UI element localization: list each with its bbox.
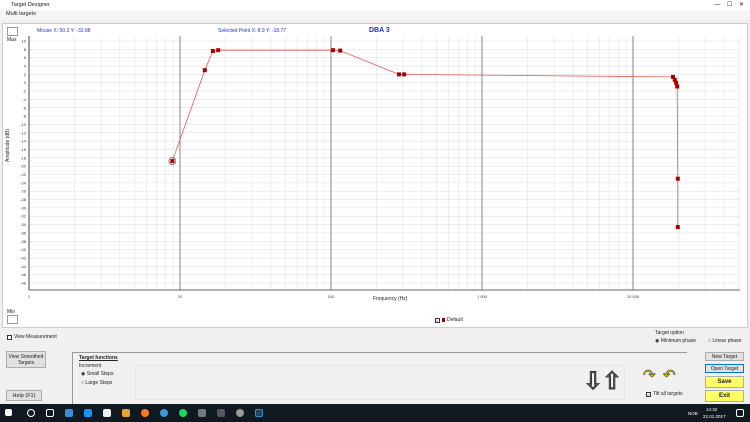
y-tick-label: -38 — [20, 239, 27, 244]
view-smoothed-targets-button[interactable]: View Smoothed Targets — [6, 351, 46, 368]
data-point — [210, 49, 215, 54]
legend-label: Default — [447, 317, 463, 323]
notifications-icon[interactable] — [736, 409, 744, 417]
y-tick-label: -30 — [20, 205, 27, 210]
y-tick-label: -20 — [20, 164, 27, 169]
y-tick-label: -14 — [20, 139, 27, 144]
x-tick-label: 100 — [328, 294, 335, 299]
y-tick-label: -32 — [20, 214, 27, 219]
y-tick-label: -8 — [22, 114, 26, 119]
clock-time[interactable]: 14:32 — [706, 407, 717, 412]
y-tick-label: 2 — [24, 72, 27, 77]
target-option-label: Target option — [655, 330, 684, 336]
app-icon[interactable] — [198, 409, 206, 417]
minimum-phase-radio[interactable]: ◉ Minimum phase — [655, 338, 696, 344]
start-icon[interactable] — [5, 409, 12, 416]
y-tick-label: -10 — [20, 122, 27, 127]
y-tick-label: -44 — [20, 264, 27, 269]
legend-checkbox[interactable]: ✓ — [435, 317, 440, 323]
data-point — [675, 84, 680, 89]
data-point — [338, 48, 343, 53]
y-tick-label: -22 — [20, 172, 27, 177]
edge-icon[interactable] — [84, 409, 92, 417]
save-button[interactable]: Save — [705, 376, 744, 388]
tilt-up-button[interactable]: ↶ — [663, 366, 676, 385]
store-icon[interactable] — [103, 409, 111, 417]
y-tick-label: -26 — [20, 189, 27, 194]
y-tick-label: -34 — [20, 222, 27, 227]
y-tick-label: -18 — [20, 155, 27, 160]
data-point — [396, 72, 401, 77]
x-tick-label: 10 — [178, 294, 183, 299]
target-designer-icon[interactable] — [255, 409, 263, 417]
data-point — [674, 80, 679, 85]
open-target-button[interactable]: Open Target — [705, 364, 744, 373]
app-icon[interactable] — [236, 409, 244, 417]
x-tick-label: 1 — [28, 294, 31, 299]
data-point — [202, 68, 207, 73]
y-tick-label: -16 — [20, 147, 27, 152]
data-point — [675, 225, 680, 230]
app-icon[interactable] — [122, 409, 130, 417]
x-axis-label: Frequency (Hz) — [373, 296, 408, 302]
shift-down-button[interactable]: ⇩ — [582, 367, 603, 396]
view-measurement-checkbox[interactable]: View Measurement — [7, 334, 57, 340]
linear-phase-radio[interactable]: ○ Linear phase — [708, 338, 741, 344]
x-tick-label: 10 000 — [627, 294, 640, 299]
y-tick-label: -48 — [20, 281, 27, 286]
small-steps-radio[interactable]: ◉ Small Steps — [81, 371, 113, 377]
y-tick-label: 8 — [24, 47, 27, 52]
search-icon[interactable] — [27, 409, 35, 417]
legend: ✓ Default — [435, 317, 463, 323]
y-tick-label: -46 — [20, 272, 27, 277]
data-point — [216, 48, 221, 53]
legend-marker — [442, 318, 445, 322]
language-indicator[interactable]: NOB — [688, 411, 698, 416]
y-tick-label: 6 — [24, 55, 27, 60]
frequency-chart[interactable]: 10 8 6 4 2 0 -2 -4 -6 -8 -10 -12 -14 -16 -18 -20 -22 -24 -… — [0, 0, 750, 330]
increment-label: Increment — [79, 363, 102, 369]
data-point — [170, 159, 175, 164]
firefox-icon[interactable] — [141, 409, 149, 417]
y-tick-label: -4 — [22, 97, 26, 102]
tilt-all-targets-checkbox[interactable]: ✓ Tilt all targets — [646, 391, 683, 397]
target-functions-title: Target functions — [79, 355, 118, 361]
series-line — [171, 49, 679, 228]
y-tick-label: -28 — [20, 197, 27, 202]
shift-up-button[interactable]: ⇧ — [601, 367, 622, 396]
y-tick-label: -42 — [20, 255, 27, 260]
large-steps-radio[interactable]: ○ Large Steps — [81, 380, 112, 386]
data-point — [330, 48, 335, 53]
task-view-icon[interactable] — [46, 409, 54, 417]
exit-button[interactable]: Exit — [705, 390, 744, 402]
data-point — [402, 72, 407, 77]
y-tick-label: 0 — [24, 80, 27, 85]
y-tick-label: -36 — [20, 230, 27, 235]
y-tick-label: -6 — [22, 105, 26, 110]
explorer-icon[interactable] — [65, 409, 73, 417]
y-tick-label: -12 — [20, 130, 27, 135]
y-tick-label: -2 — [22, 89, 26, 94]
y-axis-label: Amplitude (dB) — [5, 128, 11, 162]
y-tick-label: -24 — [20, 180, 27, 185]
clock-date[interactable]: 22.01.2017 — [703, 414, 726, 419]
function-area — [135, 365, 625, 400]
y-tick-label: 10 — [22, 39, 27, 44]
tilt-down-button[interactable]: ↷ — [643, 366, 656, 385]
taskbar: NOB 14:32 22.01.2017 — [0, 404, 750, 422]
y-tick-label: 4 — [24, 64, 27, 69]
data-point — [675, 176, 680, 181]
spotify-icon[interactable] — [179, 409, 187, 417]
help-button[interactable]: Help (F1) — [6, 390, 42, 401]
new-target-button[interactable]: New Target — [705, 352, 744, 361]
ie-icon[interactable] — [160, 409, 168, 417]
y-tick-label: -40 — [20, 247, 27, 252]
x-tick-label: 1 000 — [477, 294, 488, 299]
app-icon[interactable] — [217, 409, 225, 417]
